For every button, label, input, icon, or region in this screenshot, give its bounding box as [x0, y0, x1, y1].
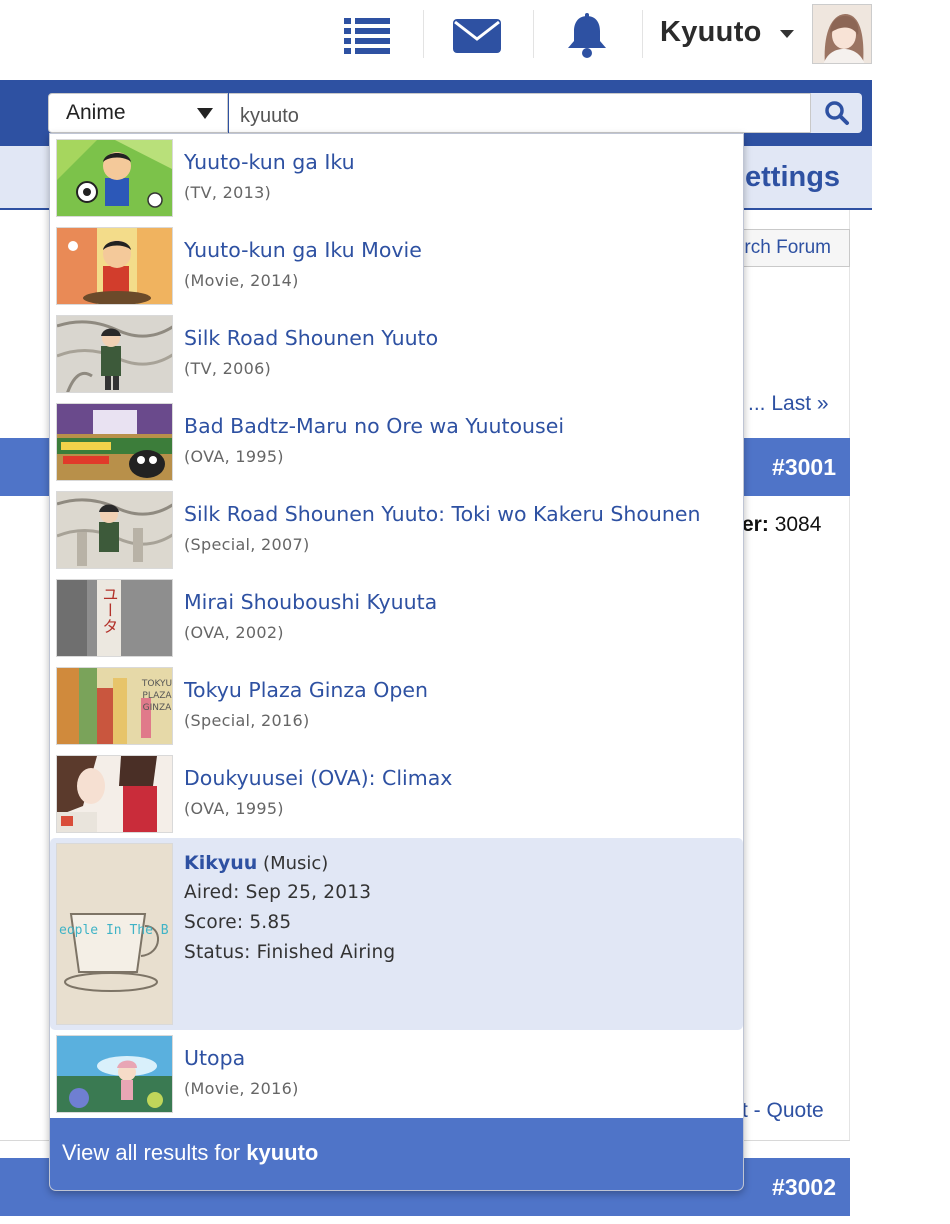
search-result-item[interactable]: Silk Road Shounen Yuuto: Toki wo Kakeru … [50, 486, 743, 574]
search-result-item[interactable]: Bad Badtz-Maru no Ore wa Yuutousei (OVA,… [50, 398, 743, 486]
view-all-results-link[interactable]: View all results for kyuuto [50, 1118, 743, 1190]
result-meta: (TV, 2006) [184, 359, 272, 378]
result-meta: (Special, 2007) [184, 535, 310, 554]
result-title: Mirai Shouboushi Kyuuta [184, 590, 438, 614]
search-result-item-highlighted[interactable]: eople In The B Kikyuu (Music) Aired: Sep… [50, 838, 743, 1030]
post-actions: t - Quote [742, 1099, 824, 1123]
post-number[interactable]: #3002 [772, 1174, 836, 1201]
result-title: Silk Road Shounen Yuuto: Toki wo Kakeru … [184, 502, 701, 526]
bell-icon[interactable] [560, 12, 614, 60]
mail-icon[interactable] [448, 12, 506, 60]
header-divider [642, 10, 643, 58]
top-header: Kyuuto [0, 0, 950, 80]
result-thumbnail: ユータ [56, 579, 173, 657]
result-status: Status: Finished Airing [184, 942, 396, 963]
thumbnail-label: TOKYU [141, 679, 172, 689]
search-result-item[interactable]: Yuuto-kun ga Iku (TV, 2013) [50, 134, 743, 222]
thumbnail-label: GINZA [143, 703, 173, 713]
result-thumbnail [56, 491, 173, 569]
result-meta: (OVA, 1995) [184, 799, 284, 818]
search-result-item[interactable]: Doukyuusei (OVA): Climax (OVA, 1995) [50, 750, 743, 838]
thumbnail-label: eople In The B [59, 923, 169, 938]
result-aired: Aired: Sep 25, 2013 [184, 882, 372, 903]
header-divider [423, 10, 424, 58]
result-thumbnail [56, 315, 173, 393]
result-title: Yuuto-kun ga Iku Movie [184, 238, 422, 262]
search-result-item[interactable]: ユータ Mirai Shouboushi Kyuuta (OVA, 2002) [50, 574, 743, 662]
result-thumbnail: eople In The B [56, 843, 173, 1025]
avatar[interactable] [812, 4, 872, 64]
result-title[interactable]: Kikyuu [184, 852, 257, 874]
username-menu[interactable]: Kyuuto [660, 16, 762, 49]
search-result-item[interactable]: Silk Road Shounen Yuuto (TV, 2006) [50, 310, 743, 398]
search-result-item[interactable]: Utopa (Movie, 2016) [50, 1030, 743, 1118]
search-result-item[interactable]: Yuuto-kun ga Iku Movie (Movie, 2014) [50, 222, 743, 310]
view-all-query: kyuuto [246, 1140, 319, 1165]
search-button[interactable] [811, 93, 862, 133]
thumbnail-label: PLAZA [142, 691, 172, 701]
member-info: er: 3084 [742, 513, 821, 537]
result-score: Score: 5.85 [184, 912, 292, 933]
member-label: er: [742, 513, 769, 536]
search-type-value: Anime [66, 101, 126, 124]
result-thumbnail [56, 227, 173, 305]
result-meta: (OVA, 2002) [184, 623, 284, 642]
view-all-prefix: View all results for [62, 1140, 241, 1165]
search-icon [824, 101, 849, 125]
quote-link[interactable]: Quote [767, 1099, 824, 1122]
result-thumbnail [56, 755, 173, 833]
post-number[interactable]: #3001 [772, 454, 836, 481]
settings-tab[interactable]: ettings [745, 161, 840, 194]
result-expanded-title: Kikyuu (Music) [184, 852, 328, 874]
result-thumbnail [56, 403, 173, 481]
member-value: 3084 [774, 513, 822, 536]
result-title: Yuuto-kun ga Iku [184, 150, 355, 174]
result-thumbnail [56, 139, 173, 217]
result-title: Tokyu Plaza Ginza Open [184, 678, 428, 702]
result-meta: (OVA, 1995) [184, 447, 284, 466]
result-meta: (Special, 2016) [184, 711, 310, 730]
result-meta: (Movie, 2014) [184, 271, 299, 290]
search-result-item[interactable]: TOKYU PLAZA GINZA Tokyu Plaza Ginza Open… [50, 662, 743, 750]
content-border [849, 210, 850, 1140]
list-icon[interactable] [338, 12, 396, 60]
result-meta: (Movie, 2016) [184, 1079, 299, 1098]
result-meta: (TV, 2013) [184, 183, 272, 202]
result-title: Silk Road Shounen Yuuto [184, 326, 439, 350]
header-divider [533, 10, 534, 58]
result-title: Bad Badtz-Maru no Ore wa Yuutousei [184, 414, 565, 438]
result-title: Doukyuusei (OVA): Climax [184, 766, 453, 790]
result-title: Utopa [184, 1046, 246, 1070]
chevron-down-icon[interactable] [780, 30, 794, 38]
search-suggestions-dropdown: Yuuto-kun ga Iku (TV, 2013) Yuuto-kun ga… [49, 133, 744, 1191]
search-type-select[interactable]: Anime [48, 93, 228, 133]
dropdown-arrow-icon[interactable] [197, 108, 213, 119]
result-type: (Music) [263, 853, 329, 874]
thumbnail-label: ユータ [100, 586, 119, 634]
result-thumbnail [56, 1035, 173, 1113]
quote-prefix: t - [742, 1099, 761, 1122]
result-thumbnail: TOKYU PLAZA GINZA [56, 667, 173, 745]
search-input[interactable] [229, 93, 811, 133]
pagination-last-link[interactable]: ... Last » [748, 392, 829, 416]
